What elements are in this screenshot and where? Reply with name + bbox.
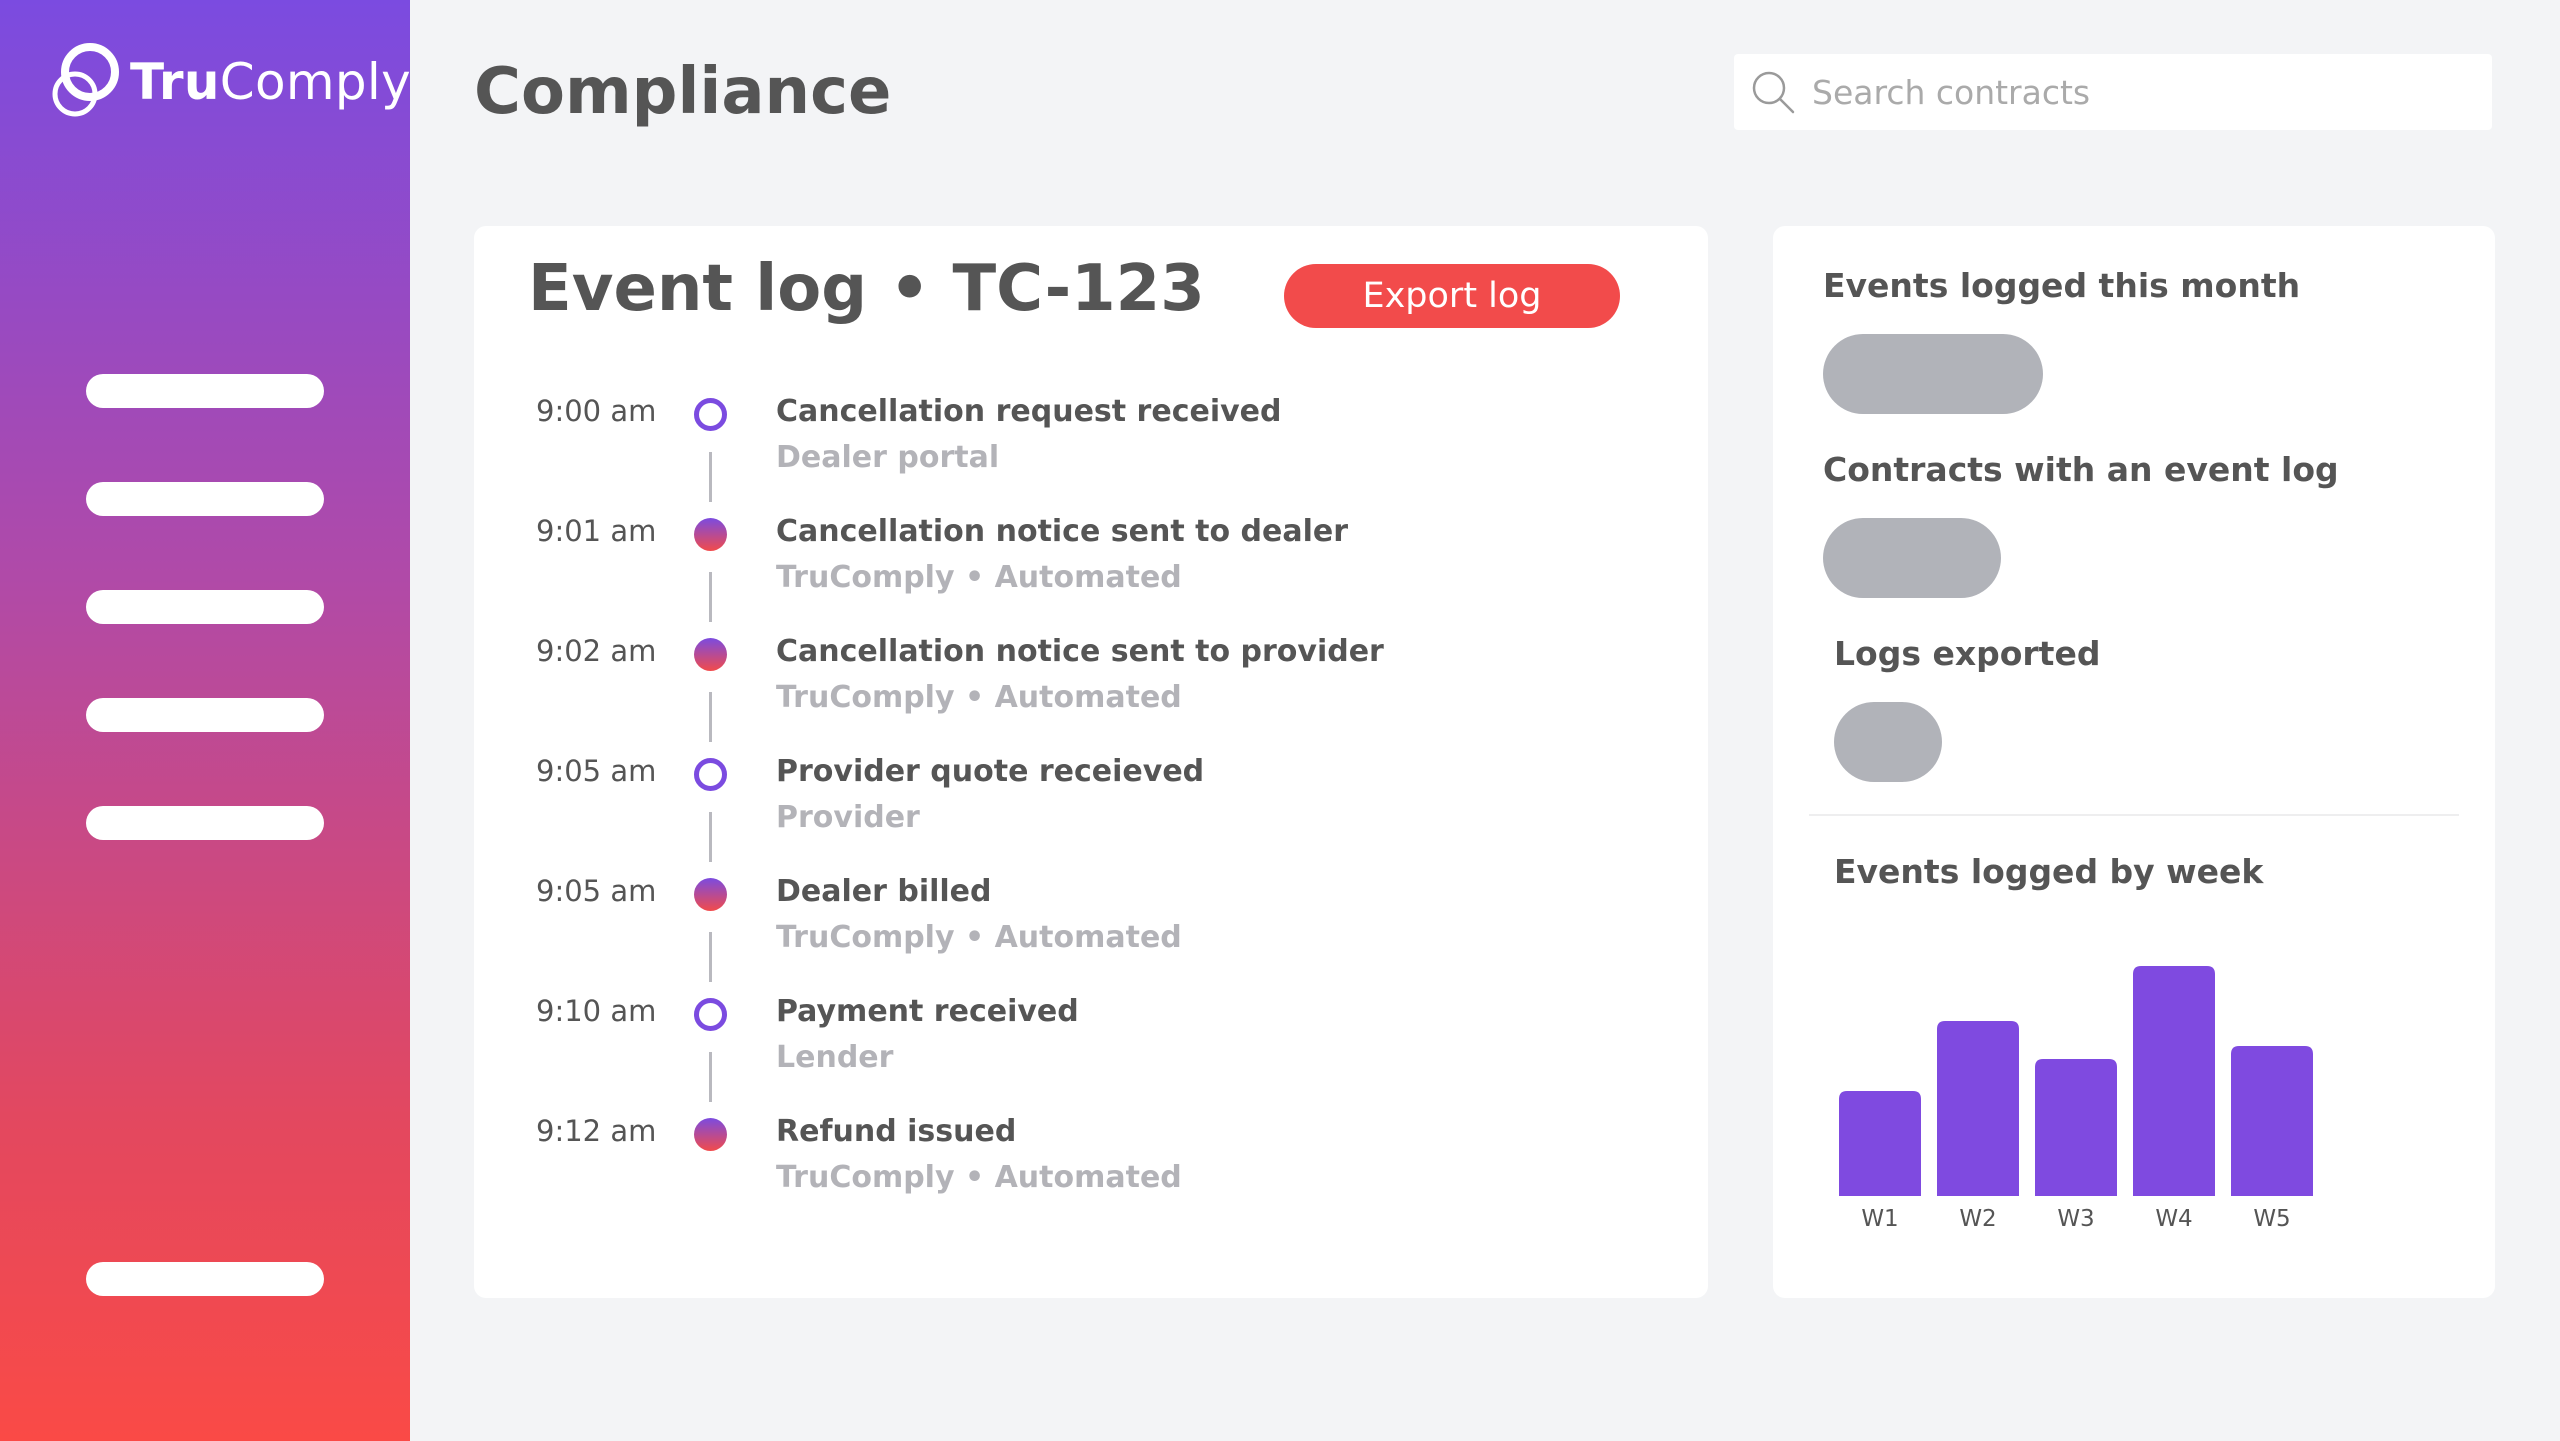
chart-tick-label: W2: [1959, 1206, 1996, 1232]
stat-value-placeholder: [1823, 518, 2001, 598]
event-title: Provider quote receieved: [776, 754, 1205, 789]
event-time: 9:01 am: [536, 514, 657, 548]
sidebar-nav-item[interactable]: [86, 806, 324, 840]
timeline-connector: [709, 572, 712, 622]
search-input[interactable]: [1812, 72, 2462, 112]
event-time: 9:12 am: [536, 1114, 657, 1148]
event-title: Cancellation notice sent to dealer: [776, 514, 1348, 549]
sidebar-nav-item[interactable]: [86, 374, 324, 408]
page-title: Compliance: [474, 55, 892, 129]
event-source: Dealer portal: [776, 440, 1000, 475]
event-item[interactable]: 9:00 am Cancellation request received De…: [474, 394, 1574, 502]
stat-value-placeholder: [1823, 334, 2043, 414]
brand-logo[interactable]: TruComply: [50, 42, 411, 122]
sidebar-footer-item[interactable]: [86, 1262, 324, 1296]
timeline-connector: [709, 452, 712, 502]
bar-chart-svg: W1 W2 W3 W4 W5: [1839, 966, 2313, 1232]
event-item[interactable]: 9:12 am Refund issued TruComply • Automa…: [474, 1114, 1574, 1214]
timeline-connector: [709, 692, 712, 742]
event-marker-filled-icon: [694, 518, 727, 551]
event-marker-filled-icon: [694, 638, 727, 671]
event-item[interactable]: 9:01 am Cancellation notice sent to deal…: [474, 514, 1574, 622]
event-marker-filled-icon: [694, 878, 727, 911]
brand-name: TruComply: [130, 53, 412, 111]
event-time: 9:05 am: [536, 874, 657, 908]
stat-label-contracts: Contracts with an event log: [1823, 450, 2339, 489]
chart-tick-label: W5: [2253, 1206, 2290, 1232]
chart-bar-w5: [2231, 1046, 2313, 1196]
stat-label-exported: Logs exported: [1834, 634, 2101, 673]
event-marker-hollow-icon: [694, 998, 727, 1031]
chart-bar-w3: [2035, 1059, 2117, 1196]
event-title: Dealer billed: [776, 874, 992, 909]
timeline-connector: [709, 932, 712, 982]
search-bar[interactable]: [1734, 54, 2492, 130]
event-time: 9:00 am: [536, 394, 657, 428]
event-source: TruComply • Automated: [776, 680, 1182, 715]
timeline-connector: [709, 812, 712, 862]
event-source: Provider: [776, 800, 920, 835]
event-item[interactable]: 9:10 am Payment received Lender: [474, 994, 1574, 1102]
stats-divider: [1809, 814, 2459, 816]
stat-value-placeholder: [1834, 702, 1942, 782]
event-time: 9:05 am: [536, 754, 657, 788]
chart-tick-label: W4: [2155, 1206, 2192, 1232]
event-source: Lender: [776, 1040, 894, 1075]
sidebar-nav-item[interactable]: [86, 482, 324, 516]
event-source: TruComply • Automated: [776, 560, 1182, 595]
event-title: Payment received: [776, 994, 1079, 1029]
chart-title: Events logged by week: [1834, 852, 2264, 891]
event-title: Cancellation request received: [776, 394, 1282, 429]
timeline-connector: [709, 1052, 712, 1102]
event-marker-filled-icon: [694, 1118, 727, 1151]
event-item[interactable]: 9:02 am Cancellation notice sent to prov…: [474, 634, 1574, 742]
chart-tick-label: W3: [2057, 1206, 2094, 1232]
event-source: TruComply • Automated: [776, 920, 1182, 955]
chart-bar-w1: [1839, 1091, 1921, 1196]
events-by-week-chart: W1 W2 W3 W4 W5: [1833, 926, 2393, 1246]
event-log-title: Event log • TC-123: [528, 252, 1205, 326]
event-title: Cancellation notice sent to provider: [776, 634, 1384, 669]
event-marker-hollow-icon: [694, 398, 727, 431]
stat-label-events-month: Events logged this month: [1823, 266, 2301, 305]
event-item[interactable]: 9:05 am Dealer billed TruComply • Automa…: [474, 874, 1574, 982]
event-time: 9:10 am: [536, 994, 657, 1028]
sidebar-nav-item[interactable]: [86, 698, 324, 732]
stats-card: Events logged this month Contracts with …: [1773, 226, 2495, 1298]
event-source: TruComply • Automated: [776, 1160, 1182, 1195]
logo-rings-icon: [52, 43, 119, 117]
chart-bar-w2: [1937, 1021, 2019, 1196]
event-item[interactable]: 9:05 am Provider quote receieved Provide…: [474, 754, 1574, 862]
chart-bar-w4: [2133, 966, 2215, 1196]
sidebar-nav-item[interactable]: [86, 590, 324, 624]
export-log-button[interactable]: Export log: [1284, 264, 1620, 328]
chart-tick-label: W1: [1861, 1206, 1898, 1232]
search-icon: [1752, 71, 1795, 114]
sidebar: TruComply: [0, 0, 411, 1441]
event-marker-hollow-icon: [694, 758, 727, 791]
event-log-card: Event log • TC-123 Export log 9:00 am Ca…: [474, 226, 1708, 1298]
event-time: 9:02 am: [536, 634, 657, 668]
event-title: Refund issued: [776, 1114, 1017, 1149]
